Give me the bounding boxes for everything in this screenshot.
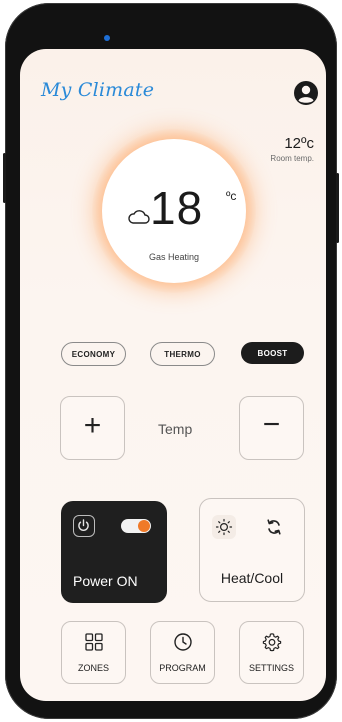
power-icon[interactable] (73, 515, 95, 537)
set-temperature: 18 (150, 182, 204, 234)
increase-temp-button[interactable]: + (60, 396, 125, 460)
phone-frame: My Climate 12ºc Room temp. 18 ºc Gas Hea… (3, 3, 339, 719)
side-button (336, 173, 339, 243)
mode-economy-button[interactable]: ECONOMY (61, 342, 126, 366)
power-label: Power ON (73, 573, 138, 589)
app-title: My Climate (41, 79, 155, 101)
plus-icon: + (83, 409, 102, 442)
power-card[interactable]: Power ON (61, 501, 167, 603)
sun-icon[interactable] (212, 515, 236, 539)
nav-zones-label: ZONES (77, 663, 109, 673)
app-screen: My Climate 12ºc Room temp. 18 ºc Gas Hea… (20, 49, 326, 701)
user-profile-icon[interactable] (294, 81, 318, 105)
decrease-temp-button[interactable]: − (239, 396, 304, 460)
mode-thermo-button[interactable]: THERMO (150, 342, 215, 366)
toggle-knob (138, 520, 150, 532)
power-toggle[interactable] (121, 519, 151, 533)
minus-icon: − (262, 408, 281, 441)
room-temperature: 12ºc Room temp. (270, 135, 314, 163)
gear-icon (262, 633, 281, 652)
heat-cool-label: Heat/Cool (220, 570, 284, 586)
grid-icon (84, 633, 103, 651)
nav-settings-label: SETTINGS (248, 663, 294, 673)
temperature-unit: ºc (226, 189, 237, 203)
nav-program-button[interactable]: PROGRAM (150, 621, 215, 684)
nav-settings-button[interactable]: SETTINGS (239, 621, 304, 684)
volume-button (3, 153, 6, 203)
cloud-icon (128, 210, 150, 224)
nav-zones-button[interactable]: ZONES (61, 621, 126, 684)
camera-icon (104, 35, 110, 41)
heating-mode-label: Gas Heating (148, 252, 200, 262)
sync-icon[interactable] (264, 517, 284, 537)
nav-program-label: PROGRAM (159, 663, 206, 673)
room-temperature-value: 12ºc (284, 135, 314, 152)
mode-boost-button[interactable]: BOOST (241, 342, 304, 364)
temperature-dial[interactable]: 18 ºc Gas Heating (102, 139, 246, 283)
heat-cool-card[interactable]: Heat/Cool (199, 498, 305, 602)
temp-label: Temp (158, 421, 193, 437)
room-temperature-label: Room temp. (270, 154, 314, 163)
clock-icon (173, 633, 192, 651)
